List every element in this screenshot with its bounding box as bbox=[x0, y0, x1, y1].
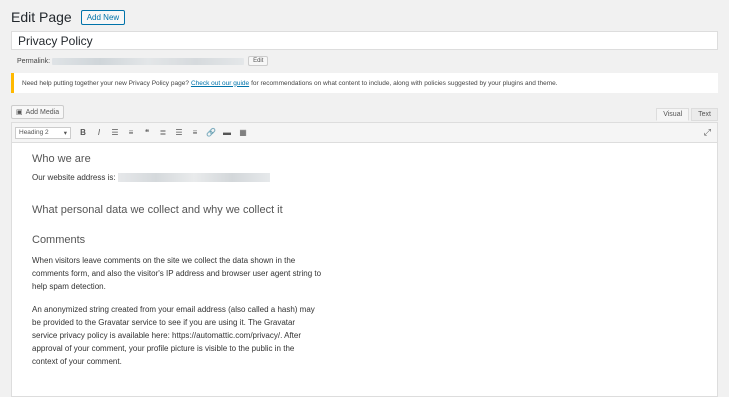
editor-content[interactable]: Who we are Our website address is: What … bbox=[12, 143, 717, 388]
italic-icon[interactable]: I bbox=[91, 125, 107, 141]
privacy-policy-notice: Need help putting together your new Priv… bbox=[11, 73, 718, 93]
page-header: Edit Page Add New bbox=[11, 9, 126, 25]
align-center-icon[interactable]: ☰ bbox=[171, 125, 187, 141]
website-address-row: Our website address is: bbox=[32, 173, 697, 182]
website-address-label: Our website address is: bbox=[32, 173, 116, 182]
align-right-icon[interactable]: ≡ bbox=[187, 125, 203, 141]
heading-personal-data: What personal data we collect and why we… bbox=[32, 204, 283, 216]
page-title: Edit Page bbox=[11, 9, 72, 25]
read-more-icon[interactable]: ▬ bbox=[219, 125, 235, 141]
permalink-row: Permalink: Edit bbox=[17, 56, 269, 66]
add-media-label: Add Media bbox=[25, 108, 60, 116]
format-select-value: Heading 2 bbox=[19, 129, 49, 136]
fullscreen-icon[interactable]: ⤢ bbox=[704, 127, 711, 138]
link-icon[interactable]: 🔗 bbox=[203, 125, 219, 141]
check-out-guide-link[interactable]: Check out our guide bbox=[191, 80, 249, 87]
format-select[interactable]: Heading 2 ▾ bbox=[15, 126, 71, 139]
chevron-down-icon: ▾ bbox=[63, 129, 67, 137]
tab-text[interactable]: Text bbox=[691, 108, 718, 121]
tab-visual[interactable]: Visual bbox=[656, 108, 690, 121]
bold-icon[interactable]: B bbox=[75, 125, 91, 141]
heading-comments: Comments bbox=[32, 234, 86, 246]
editor: Heading 2 ▾ B I ☰ ≡ ❝ ≣ ☰ ≡ 🔗 ▬ ▦ ⤢ Who … bbox=[11, 122, 718, 397]
notice-text-suffix: for recommendations on what content to i… bbox=[251, 79, 558, 87]
website-address-redacted bbox=[117, 173, 270, 182]
editor-toolbar: Heading 2 ▾ B I ☰ ≡ ❝ ≣ ☰ ≡ 🔗 ▬ ▦ ⤢ bbox=[12, 123, 717, 143]
numbered-list-icon[interactable]: ≡ bbox=[123, 125, 139, 141]
align-left-icon[interactable]: ≣ bbox=[155, 125, 171, 141]
paragraph-gravatar: An anonymized string created from your e… bbox=[32, 305, 315, 366]
permalink-label: Permalink: bbox=[17, 57, 51, 65]
add-media-button[interactable]: ▣ Add Media bbox=[11, 105, 65, 119]
edit-permalink-button[interactable]: Edit bbox=[248, 56, 269, 66]
post-title-input[interactable] bbox=[11, 31, 718, 50]
permalink-url-redacted[interactable] bbox=[52, 57, 245, 65]
bullet-list-icon[interactable]: ☰ bbox=[107, 125, 123, 141]
heading-who-we-are: Who we are bbox=[32, 153, 91, 165]
media-icon: ▣ bbox=[16, 109, 23, 116]
editor-mode-tabs: Visual Text bbox=[654, 108, 718, 121]
paragraph-comments-data: When visitors leave comments on the site… bbox=[32, 256, 322, 291]
blockquote-icon[interactable]: ❝ bbox=[139, 125, 155, 141]
add-new-button[interactable]: Add New bbox=[80, 9, 126, 25]
notice-text-prefix: Need help putting together your new Priv… bbox=[22, 79, 189, 87]
toolbar-toggle-icon[interactable]: ▦ bbox=[235, 125, 251, 141]
